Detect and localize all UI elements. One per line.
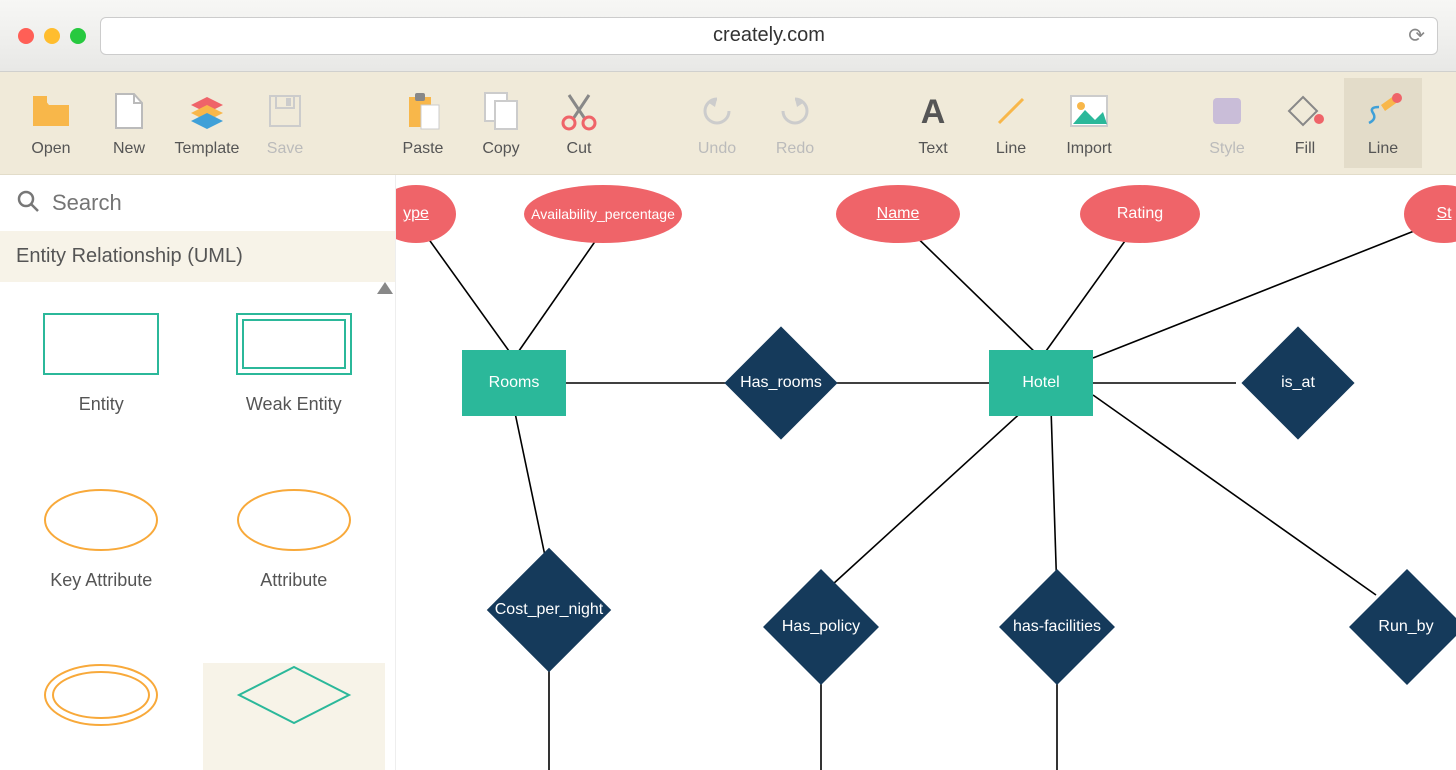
shape-section-title[interactable]: Entity Relationship (UML) (0, 231, 395, 282)
paste-label: Paste (403, 140, 444, 158)
cut-icon (561, 88, 597, 134)
key-attribute-shape-icon (42, 488, 160, 552)
attribute-availability[interactable]: Availability_percentage (524, 185, 682, 243)
import-icon (1069, 88, 1109, 134)
relationship-has-facilities[interactable]: has-facilities (968, 580, 1146, 674)
folder-icon (31, 88, 71, 134)
text-tool-button[interactable]: A Text (894, 78, 972, 168)
relationship-has-rooms[interactable]: Has_rooms (699, 339, 863, 427)
undo-button[interactable]: Undo (678, 78, 756, 168)
relationship-is-at[interactable]: is_at (1216, 339, 1380, 427)
url-text: creately.com (713, 24, 825, 47)
fill-button[interactable]: Fill (1266, 78, 1344, 168)
copy-button[interactable]: Copy (462, 78, 540, 168)
shape-weak-entity[interactable]: Weak Entity (203, 312, 386, 458)
attribute-rating[interactable]: Rating (1080, 185, 1200, 243)
text-label: Text (918, 140, 947, 158)
save-button[interactable]: Save (246, 78, 324, 168)
shape-label: Key Attribute (50, 570, 152, 591)
connector-lines (396, 175, 1456, 770)
cut-label: Cut (567, 140, 592, 158)
relationship-shape-icon (235, 663, 353, 727)
open-label: Open (31, 140, 70, 158)
entity-rooms[interactable]: Rooms (462, 350, 566, 416)
main-area: Entity Relationship (UML) Entity Weak En… (0, 175, 1456, 770)
undo-icon (699, 88, 735, 134)
import-button[interactable]: Import (1050, 78, 1128, 168)
new-button[interactable]: New (90, 78, 168, 168)
text-icon: A (916, 88, 950, 134)
fill-label: Fill (1295, 140, 1315, 158)
line-style-button[interactable]: Line (1344, 78, 1422, 168)
toolbar: Open New Template Save Paste (0, 72, 1456, 175)
attribute-shape-icon (235, 488, 353, 552)
style-button[interactable]: Style (1188, 78, 1266, 168)
redo-button[interactable]: Redo (756, 78, 834, 168)
line-tool-button[interactable]: Line (972, 78, 1050, 168)
maximize-window-button[interactable] (70, 28, 86, 44)
copy-icon (483, 88, 519, 134)
style-icon (1209, 88, 1245, 134)
redo-label: Redo (776, 140, 814, 158)
shape-entity[interactable]: Entity (10, 312, 193, 458)
save-label: Save (267, 140, 303, 158)
close-window-button[interactable] (18, 28, 34, 44)
search-icon (16, 189, 40, 218)
undo-label: Undo (698, 140, 736, 158)
entity-hotel[interactable]: Hotel (989, 350, 1093, 416)
new-label: New (113, 140, 145, 158)
redo-icon (777, 88, 813, 134)
diagram-canvas[interactable]: ype Availability_percentage Name Rating … (396, 175, 1456, 770)
style-label: Style (1209, 140, 1245, 158)
svg-text:A: A (921, 93, 946, 129)
search-input[interactable] (52, 190, 379, 216)
scroll-up-icon[interactable] (377, 282, 393, 294)
pencil-icon (1363, 88, 1403, 134)
minimize-window-button[interactable] (44, 28, 60, 44)
fill-icon (1285, 88, 1325, 134)
cut-button[interactable]: Cut (540, 78, 618, 168)
weak-entity-shape-icon (235, 312, 353, 376)
template-label: Template (175, 140, 240, 158)
reload-icon[interactable]: ⟳ (1408, 23, 1425, 48)
entity-shape-icon (42, 312, 160, 376)
sidebar: Entity Relationship (UML) Entity Weak En… (0, 175, 396, 770)
paste-icon (405, 88, 441, 134)
shape-relationship[interactable] (203, 663, 386, 770)
shape-key-attribute[interactable]: Key Attribute (10, 488, 193, 634)
shape-multivalued-attribute[interactable] (10, 663, 193, 770)
window-controls (18, 28, 86, 44)
template-button[interactable]: Template (168, 78, 246, 168)
relationship-run-by[interactable]: Run_by (1326, 580, 1456, 674)
shape-label: Attribute (260, 570, 327, 591)
save-icon (268, 88, 302, 134)
line-icon (993, 88, 1029, 134)
address-bar[interactable]: creately.com ⟳ (100, 17, 1438, 55)
import-label: Import (1066, 140, 1111, 158)
line-tool-label: Line (996, 140, 1026, 158)
paste-button[interactable]: Paste (384, 78, 462, 168)
shape-attribute[interactable]: Attribute (203, 488, 386, 634)
template-icon (187, 88, 227, 134)
relationship-cost-per-night[interactable]: Cost_per_night (451, 560, 647, 660)
new-document-icon (114, 88, 144, 134)
shape-palette: Entity Weak Entity Key Attribute Attribu… (0, 282, 395, 770)
multivalued-attribute-shape-icon (42, 663, 160, 727)
attribute-name[interactable]: Name (836, 185, 960, 243)
search-row (0, 175, 395, 231)
shape-label: Entity (79, 394, 124, 415)
copy-label: Copy (482, 140, 519, 158)
shape-label: Weak Entity (246, 394, 342, 415)
line-style-label: Line (1368, 140, 1398, 158)
browser-chrome: creately.com ⟳ (0, 0, 1456, 72)
open-button[interactable]: Open (12, 78, 90, 168)
relationship-has-policy[interactable]: Has_policy (734, 580, 908, 674)
